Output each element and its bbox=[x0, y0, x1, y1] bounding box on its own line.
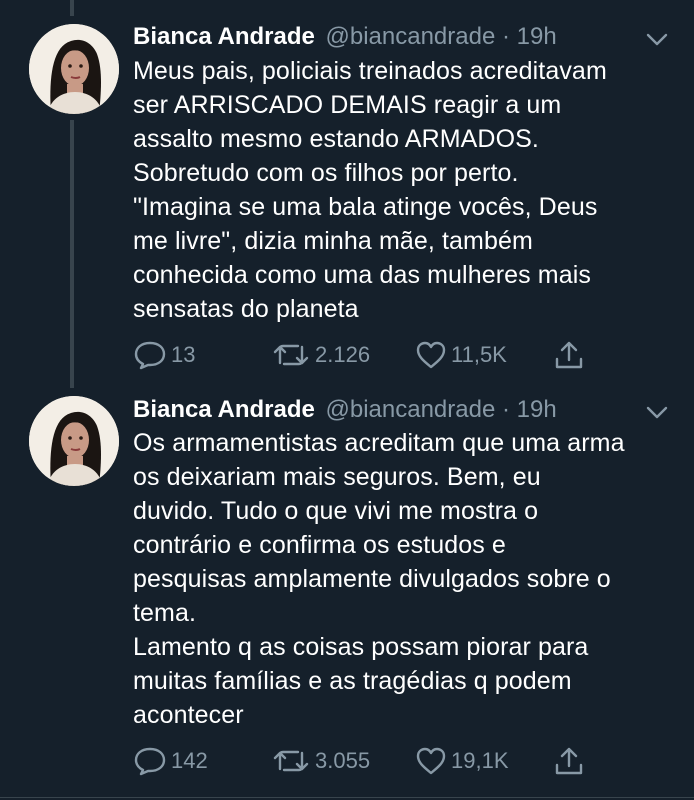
retweet-count: 3.055 bbox=[315, 748, 371, 773]
like-button[interactable]: 19,1K bbox=[415, 744, 509, 778]
retweet-icon bbox=[273, 750, 309, 772]
tweet-header: Bianca Andrade @biancandrade · 19h bbox=[133, 395, 557, 425]
share-icon bbox=[555, 341, 583, 369]
tweet-actions: 13 2.126 11,5K bbox=[133, 338, 603, 372]
like-count: 19,1K bbox=[451, 748, 509, 773]
like-icon bbox=[416, 747, 446, 775]
tweet-2[interactable]: Bianca Andrade @biancandrade · 19h Os ar… bbox=[0, 388, 694, 800]
avatar[interactable] bbox=[29, 396, 119, 486]
bottom-divider bbox=[0, 797, 694, 798]
tweet-text: Meus pais, policiais treinados acreditav… bbox=[133, 57, 607, 323]
author-handle[interactable]: @biancandrade bbox=[326, 23, 496, 50]
reply-icon bbox=[134, 341, 166, 370]
timestamp[interactable]: 19h bbox=[517, 23, 557, 50]
separator-dot: · bbox=[502, 23, 510, 50]
tweet-actions: 142 3.055 19,1K bbox=[133, 744, 603, 778]
reply-button[interactable]: 142 bbox=[133, 744, 208, 778]
tweet-text: Os armamentistas acreditam que uma arma … bbox=[133, 429, 625, 729]
tweet-header: Bianca Andrade @biancandrade · 19h bbox=[133, 22, 557, 52]
author-handle[interactable]: @biancandrade bbox=[326, 396, 496, 423]
timestamp[interactable]: 19h bbox=[517, 396, 557, 423]
reply-button[interactable]: 13 bbox=[133, 338, 195, 372]
retweet-icon bbox=[273, 344, 309, 366]
retweet-count: 2.126 bbox=[315, 342, 371, 367]
avatar[interactable] bbox=[29, 24, 119, 114]
author-name[interactable]: Bianca Andrade bbox=[133, 23, 315, 50]
separator-dot: · bbox=[502, 396, 510, 423]
chevron-down-icon[interactable] bbox=[646, 33, 668, 47]
retweet-button[interactable]: 2.126 bbox=[271, 338, 370, 372]
reply-icon bbox=[134, 747, 166, 776]
share-icon bbox=[555, 747, 583, 775]
reply-count: 13 bbox=[171, 342, 196, 367]
like-count: 11,5K bbox=[451, 342, 507, 367]
reply-count: 142 bbox=[171, 748, 208, 773]
like-icon bbox=[416, 341, 446, 369]
avatar-photo bbox=[29, 24, 119, 114]
chevron-down-icon[interactable] bbox=[646, 406, 668, 420]
share-button[interactable] bbox=[553, 338, 589, 372]
like-button[interactable]: 11,5K bbox=[415, 338, 507, 372]
retweet-button[interactable]: 3.055 bbox=[271, 744, 370, 778]
share-button[interactable] bbox=[553, 744, 589, 778]
avatar-photo bbox=[29, 396, 119, 486]
tweet-1[interactable]: Bianca Andrade @biancandrade · 19h Meus … bbox=[0, 0, 694, 388]
author-name[interactable]: Bianca Andrade bbox=[133, 396, 315, 423]
